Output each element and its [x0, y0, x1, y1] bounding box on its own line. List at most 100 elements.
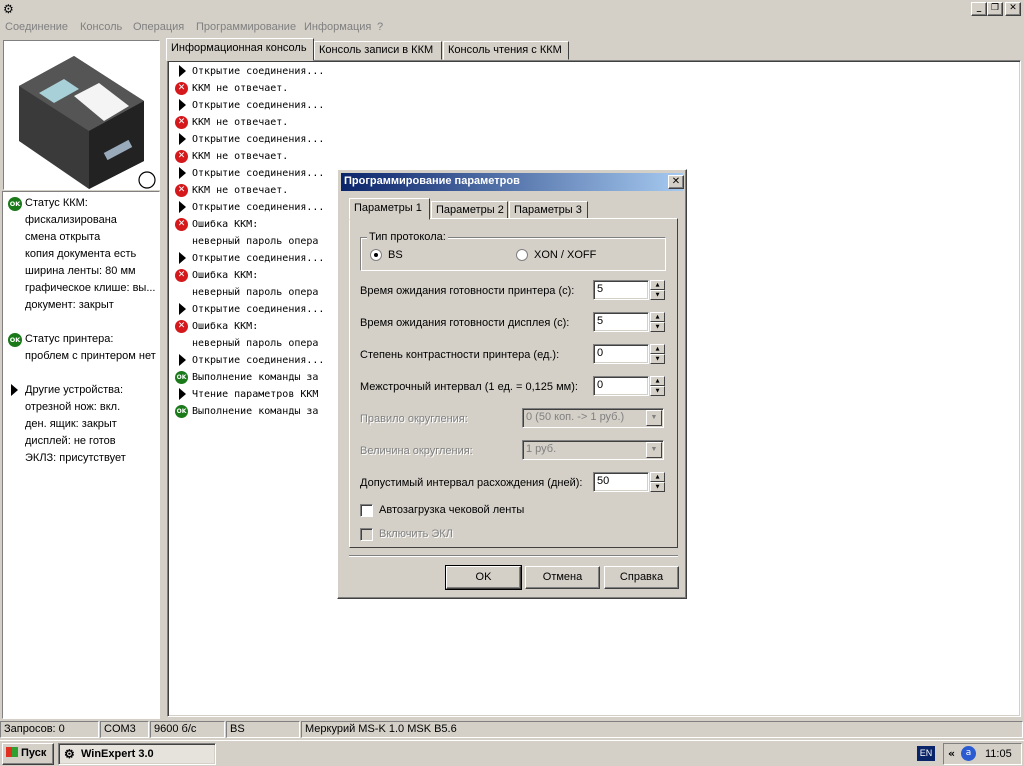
console-line: Ошибка ККМ:: [192, 219, 259, 230]
device-image: [3, 40, 160, 190]
arrow-icon: [179, 303, 186, 315]
menu-programming[interactable]: Программирование: [196, 21, 296, 33]
tab-parameters-1[interactable]: Параметры 1: [349, 198, 430, 220]
start-label: Пуск: [21, 747, 47, 759]
radio-xon-xoff[interactable]: [516, 249, 528, 261]
cancel-button[interactable]: Отмена: [525, 566, 600, 589]
contrast-label: Степень контрастности принтера (ед.):: [360, 349, 560, 361]
kkm-status-line: фискализирована: [25, 214, 117, 226]
spin-up-icon[interactable]: ▲: [650, 344, 665, 354]
dialog-close-button[interactable]: ✕: [668, 175, 684, 189]
kkm-status-line: документ: закрыт: [25, 299, 114, 311]
tab-write-console[interactable]: Консоль записи в ККМ: [314, 41, 442, 60]
minimize-button[interactable]: _: [971, 2, 987, 16]
enable-ekl-label: Включить ЭКЛ: [379, 528, 453, 540]
autoload-checkbox[interactable]: [360, 504, 373, 517]
dialog-title-bar: Программирование параметров ✕: [341, 173, 684, 191]
arrow-icon: [179, 388, 186, 400]
spin-down-icon[interactable]: ▼: [650, 386, 665, 396]
error-icon: ✕: [175, 269, 188, 282]
display-wait-input[interactable]: 5: [593, 312, 649, 332]
printer-wait-spinner[interactable]: ▲ ▼: [650, 280, 665, 300]
dialog-tab-page: Тип протокола: BS XON / XOFF Время ожида…: [349, 218, 678, 548]
other-devices-title: Другие устройства:: [25, 384, 124, 396]
ok-button[interactable]: OK: [445, 565, 522, 590]
menu-information[interactable]: Информация: [304, 21, 371, 33]
contrast-input[interactable]: 0: [593, 344, 649, 364]
contrast-spinner[interactable]: ▲ ▼: [650, 344, 665, 364]
interval-input[interactable]: 50: [593, 472, 649, 492]
windows-logo-icon: [6, 747, 18, 757]
spin-down-icon[interactable]: ▼: [650, 322, 665, 332]
ok-icon: OK: [175, 405, 188, 418]
display-wait-spinner[interactable]: ▲ ▼: [650, 312, 665, 332]
device-name: Меркурий MS-K 1.0 MSK B5.6: [301, 721, 1023, 738]
radio-xon-xoff-label: XON / XOFF: [534, 249, 597, 261]
rounding-size-select: 1 руб. ▼: [522, 440, 664, 460]
app-icon: ⚙: [64, 747, 75, 761]
console-line: неверный пароль опера: [192, 338, 319, 349]
console-line: ККМ не отвечает.: [192, 83, 289, 94]
app-icon: ⚙: [3, 2, 14, 16]
tab-parameters-2[interactable]: Параметры 2: [431, 201, 508, 219]
rounding-rule-select: 0 (50 коп. -> 1 руб.) ▼: [522, 408, 664, 428]
printer-wait-input[interactable]: 5: [593, 280, 649, 300]
console-line: ККМ не отвечает.: [192, 151, 289, 162]
printer-status-title: Статус принтера:: [25, 333, 114, 345]
left-panel: OK Статус ККМ: фискализирована смена отк…: [0, 38, 162, 719]
port: COM3: [100, 721, 149, 738]
rounding-rule-label: Правило округления:: [360, 413, 468, 425]
radio-bs-label: BS: [388, 249, 403, 261]
clock: 11:05: [985, 748, 1012, 760]
baud-rate: 9600 б/с: [150, 721, 225, 738]
ok-icon: OK: [175, 371, 188, 384]
spin-up-icon[interactable]: ▲: [650, 472, 665, 482]
console-line: Ошибка ККМ:: [192, 321, 259, 332]
help-button[interactable]: Справка: [604, 566, 679, 589]
error-icon: ✕: [175, 320, 188, 333]
close-button[interactable]: ✕: [1005, 2, 1021, 16]
protocol: BS: [226, 721, 300, 738]
menu-connection[interactable]: Соединение: [5, 21, 68, 33]
error-icon: ✕: [175, 82, 188, 95]
spin-up-icon[interactable]: ▲: [650, 280, 665, 290]
network-icon[interactable]: a: [961, 746, 976, 761]
spin-up-icon[interactable]: ▲: [650, 376, 665, 386]
language-indicator[interactable]: EN: [917, 746, 935, 761]
start-button[interactable]: Пуск: [2, 743, 54, 765]
spin-down-icon[interactable]: ▼: [650, 354, 665, 364]
maximize-button[interactable]: ❐: [987, 2, 1003, 16]
line-spacing-label: Межстрочный интервал (1 ед. = 0,125 мм):: [360, 381, 578, 393]
cash-register-picture: [19, 56, 156, 189]
tab-info-console[interactable]: Информационная консоль: [166, 38, 314, 61]
tab-read-console[interactable]: Консоль чтения с ККМ: [443, 41, 569, 60]
taskbar: Пуск ⚙ WinExpert 3.0 EN « a 11:05: [0, 740, 1024, 766]
dialog-title: Программирование параметров: [344, 175, 520, 187]
line-spacing-spinner[interactable]: ▲ ▼: [650, 376, 665, 396]
menu-bar: Соединение Консоль Операция Программиров…: [0, 18, 1024, 38]
interval-label: Допустимый интервал расхождения (дней):: [360, 477, 583, 489]
radio-bs[interactable]: [370, 249, 382, 261]
console-line: Открытие соединения...: [192, 168, 325, 179]
console-line: неверный пароль опера: [192, 236, 319, 247]
menu-operation[interactable]: Операция: [133, 21, 184, 33]
error-icon: ✕: [175, 184, 188, 197]
autoload-label: Автозагрузка чековой ленты: [379, 504, 525, 516]
display-wait-label: Время ожидания готовности дисплея (с):: [360, 317, 570, 329]
rounding-size-label: Величина округления:: [360, 445, 473, 457]
taskbar-item-winexpert[interactable]: ⚙ WinExpert 3.0: [58, 743, 216, 765]
kkm-status-title: Статус ККМ:: [25, 197, 88, 209]
protocol-group-label: Тип протокола:: [367, 231, 448, 243]
menu-help[interactable]: ?: [377, 21, 383, 33]
interval-spinner[interactable]: ▲ ▼: [650, 472, 665, 492]
tab-parameters-3[interactable]: Параметры 3: [509, 201, 588, 219]
radio-selected-dot: [374, 253, 378, 257]
spin-up-icon[interactable]: ▲: [650, 312, 665, 322]
console-line: Открытие соединения...: [192, 355, 325, 366]
spin-down-icon[interactable]: ▼: [650, 290, 665, 300]
console-line: Открытие соединения...: [192, 100, 325, 111]
line-spacing-input[interactable]: 0: [593, 376, 649, 396]
menu-console[interactable]: Консоль: [80, 21, 122, 33]
spin-down-icon[interactable]: ▼: [650, 482, 665, 492]
chevron-left-icon[interactable]: «: [948, 747, 955, 760]
